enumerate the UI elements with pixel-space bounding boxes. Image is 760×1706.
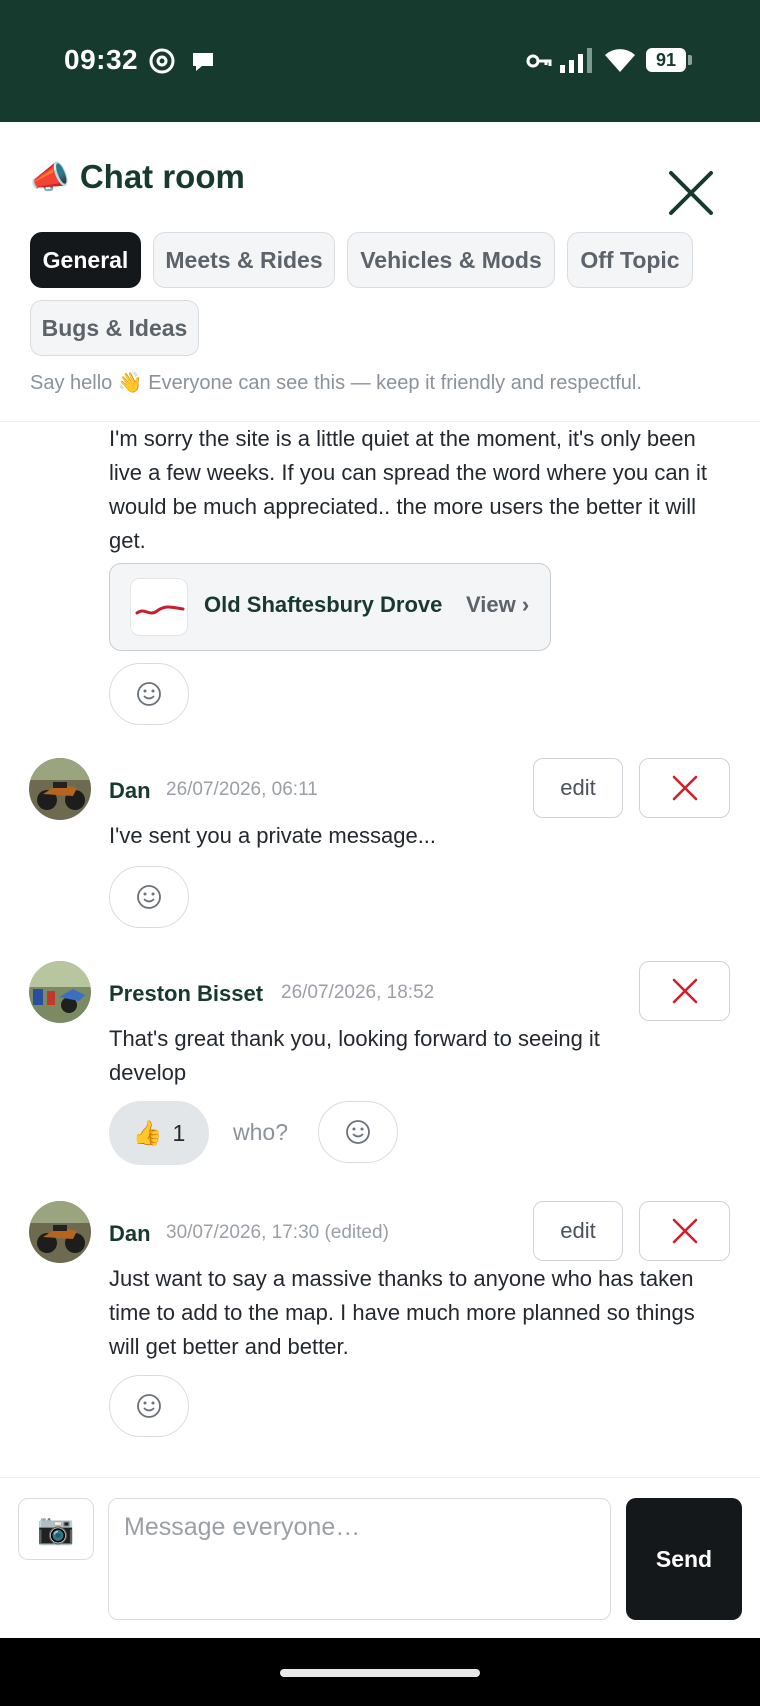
camera-button[interactable]: 📷 (18, 1498, 94, 1560)
reaction-chip-thumbs-up[interactable]: 👍 1 (109, 1101, 209, 1165)
add-reaction-button[interactable] (318, 1101, 398, 1163)
message-timestamp: 26/07/2026, 18:52 (281, 982, 435, 1003)
page-title: 📣 Chat room (30, 158, 245, 196)
tab-bugs-ideas[interactable]: Bugs & Ideas (30, 300, 199, 356)
close-button[interactable] (664, 166, 718, 220)
delete-button[interactable] (639, 758, 730, 818)
delete-button[interactable] (639, 1201, 730, 1261)
route-card[interactable]: Old Shaftesbury Drove View › (109, 563, 551, 651)
tab-meets-rides[interactable]: Meets & Rides (153, 232, 335, 288)
message-timestamp: 26/07/2026, 06:11 (166, 779, 318, 800)
message-text: I've sent you a private message... (109, 823, 437, 848)
smiley-icon (346, 1120, 370, 1144)
close-icon (669, 171, 713, 215)
battery-tip (688, 55, 692, 65)
chat-subtitle: Say hello 👋 Everyone can see this — keep… (30, 372, 642, 394)
vpn-key-icon (526, 52, 552, 75)
delete-x-icon (672, 978, 697, 1004)
signal-icon (560, 48, 594, 79)
delete-button[interactable] (639, 961, 730, 1021)
add-reaction-button[interactable] (109, 866, 189, 928)
message-text: That's great thank you, looking forward … (109, 1026, 600, 1085)
message-list[interactable]: I'm sorry the site is a little quiet at … (0, 422, 760, 1477)
avatar[interactable] (29, 1201, 91, 1263)
wifi-icon (604, 46, 636, 79)
delete-x-icon (672, 775, 697, 801)
chat-bubble-icon (190, 50, 216, 79)
add-reaction-button[interactable] (109, 1375, 189, 1437)
route-view-link[interactable]: View › (466, 592, 529, 618)
message-author: Dan (109, 778, 151, 803)
status-bar: 09:32 91 (0, 0, 760, 122)
edit-button[interactable]: edit (533, 758, 623, 818)
add-reaction-button[interactable] (109, 663, 189, 725)
tab-vehicles-mods[interactable]: Vehicles & Mods (347, 232, 555, 288)
threads-icon (147, 46, 177, 81)
camera-icon: 📷 (37, 1512, 75, 1546)
system-nav-bar (0, 1638, 760, 1706)
message-composer: 📷 Send (0, 1477, 760, 1638)
avatar[interactable] (29, 758, 91, 820)
message-author: Preston Bisset (109, 981, 264, 1006)
message-timestamp: 30/07/2026, 17:30 (edited) (166, 1222, 389, 1243)
thumbs-up-icon: 👍 (132, 1119, 163, 1147)
reaction-count: 1 (172, 1119, 186, 1146)
tab-off-topic[interactable]: Off Topic (567, 232, 693, 288)
who-reacted-link[interactable]: who? (233, 1119, 288, 1146)
message-text: Just want to say a massive thanks to any… (109, 1266, 695, 1359)
delete-x-icon (672, 1218, 697, 1244)
chat-header: 📣 Chat room General Meets & Rides Vehicl… (0, 122, 760, 422)
avatar[interactable] (29, 961, 91, 1023)
smiley-icon (137, 1394, 161, 1418)
home-indicator[interactable] (280, 1669, 480, 1677)
message-text: I'm sorry the site is a little quiet at … (109, 426, 707, 553)
megaphone-icon: 📣 (30, 159, 70, 195)
send-button[interactable]: Send (626, 1498, 742, 1620)
battery-icon: 91 (646, 48, 686, 72)
message-author: Dan (109, 1221, 151, 1246)
smiley-icon (137, 682, 161, 706)
route-name: Old Shaftesbury Drove (204, 592, 443, 617)
tab-general[interactable]: General (30, 232, 141, 288)
status-time: 09:32 (64, 44, 139, 75)
smiley-icon (137, 885, 161, 909)
title-text: Chat room (79, 158, 245, 195)
message-input[interactable] (108, 1498, 611, 1620)
edit-button[interactable]: edit (533, 1201, 623, 1261)
route-thumbnail (130, 578, 188, 636)
